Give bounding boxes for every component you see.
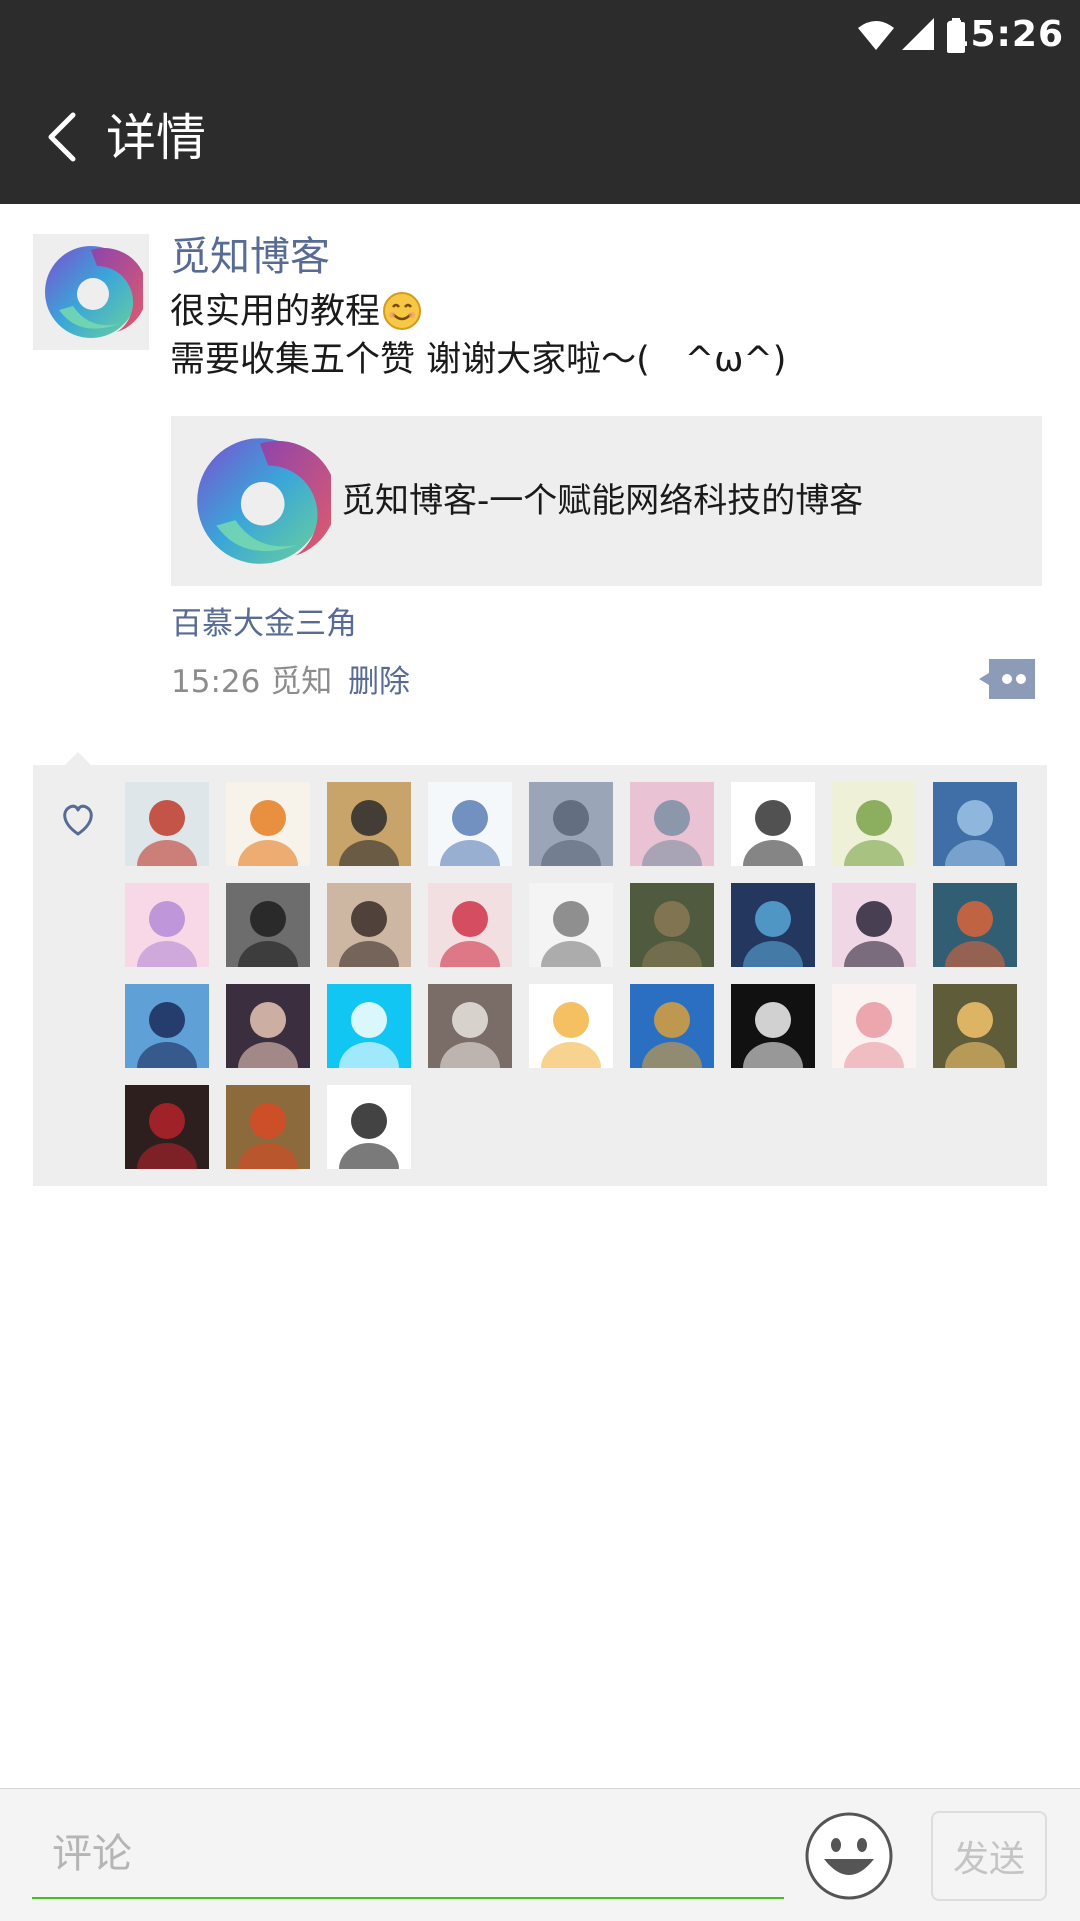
liker-avatar[interactable]	[125, 984, 209, 1068]
liker-avatar[interactable]	[125, 883, 209, 967]
liker-avatar[interactable]	[832, 782, 916, 866]
liker-avatar[interactable]	[226, 782, 310, 866]
liker-avatar[interactable]	[731, 883, 815, 967]
liker-avatar[interactable]	[125, 782, 209, 866]
liker-avatar[interactable]	[529, 984, 613, 1068]
send-button[interactable]: 发送	[931, 1811, 1047, 1901]
emoji-button[interactable]	[804, 1811, 894, 1901]
post-text: 很实用的教程 需要收集五个赞 谢谢大家啦～( ^ω^)	[170, 288, 1050, 384]
liker-avatar[interactable]	[529, 883, 613, 967]
smile-emoji-icon	[382, 291, 422, 331]
chevron-left-icon	[45, 111, 79, 167]
liker-avatar[interactable]	[832, 883, 916, 967]
liker-avatar[interactable]	[226, 984, 310, 1068]
likes-panel-arrow	[64, 752, 92, 766]
delete-button[interactable]: 删除	[348, 664, 410, 700]
liker-avatar[interactable]	[226, 883, 310, 967]
comment-input[interactable]	[32, 1811, 784, 1899]
liker-avatar[interactable]	[428, 984, 512, 1068]
wifi-icon	[858, 18, 894, 56]
liker-avatar[interactable]	[327, 883, 411, 967]
likes-panel	[33, 765, 1047, 1186]
moment-detail-screen: 15:26 详情 觅知博客 很实用的教程 需要收集五个赞 谢谢大家啦～(^ω^…	[0, 0, 1080, 1921]
link-card[interactable]: 觅知博客-一个赋能网络科技的博客	[171, 416, 1042, 586]
liker-avatar[interactable]	[630, 782, 714, 866]
author-name[interactable]: 觅知博客	[170, 230, 330, 284]
liker-avatar[interactable]	[529, 782, 613, 866]
liker-avatar[interactable]	[428, 782, 512, 866]
post-text-line1: 很实用的教程	[170, 292, 381, 332]
logo-icon	[45, 246, 143, 338]
location-link[interactable]: 百慕大金三角	[171, 602, 357, 646]
author-avatar[interactable]	[33, 234, 149, 350]
link-thumbnail	[189, 430, 337, 572]
liker-avatar[interactable]	[630, 883, 714, 967]
link-title: 觅知博客-一个赋能网络科技的博客	[341, 481, 864, 521]
post-text-line2: 需要收集五个赞 谢谢大家啦～( ^ω^)	[170, 340, 787, 380]
smiley-face-icon	[805, 1812, 893, 1900]
back-button[interactable]	[32, 104, 92, 174]
liker-avatar[interactable]	[327, 984, 411, 1068]
liker-avatar[interactable]	[428, 883, 512, 967]
liker-avatar[interactable]	[933, 883, 1017, 967]
status-time: 15:26	[944, 14, 1064, 55]
cell-signal-icon	[902, 18, 936, 56]
liker-avatar[interactable]	[731, 782, 815, 866]
title-bar: 详情	[0, 74, 1080, 204]
liker-avatar[interactable]	[226, 1085, 310, 1169]
heart-outline-icon	[60, 803, 96, 837]
liker-avatar[interactable]	[832, 984, 916, 1068]
liker-avatar[interactable]	[630, 984, 714, 1068]
liker-avatar[interactable]	[933, 984, 1017, 1068]
comment-bar: 发送	[0, 1788, 1080, 1921]
post-source: 觅知	[270, 664, 333, 700]
liker-avatar[interactable]	[125, 1085, 209, 1169]
liker-avatar[interactable]	[327, 1085, 411, 1169]
liker-avatar[interactable]	[933, 782, 1017, 866]
comment-button[interactable]	[977, 657, 1037, 701]
logo-icon	[197, 438, 337, 564]
liker-avatar[interactable]	[327, 782, 411, 866]
status-bar: 15:26	[0, 0, 1080, 74]
liker-avatar[interactable]	[731, 984, 815, 1068]
post-time: 15:26	[171, 664, 261, 700]
comment-dots-icon	[979, 659, 1035, 699]
page-title: 详情	[106, 109, 206, 167]
post-meta: 15:26 觅知 删除	[171, 660, 410, 704]
